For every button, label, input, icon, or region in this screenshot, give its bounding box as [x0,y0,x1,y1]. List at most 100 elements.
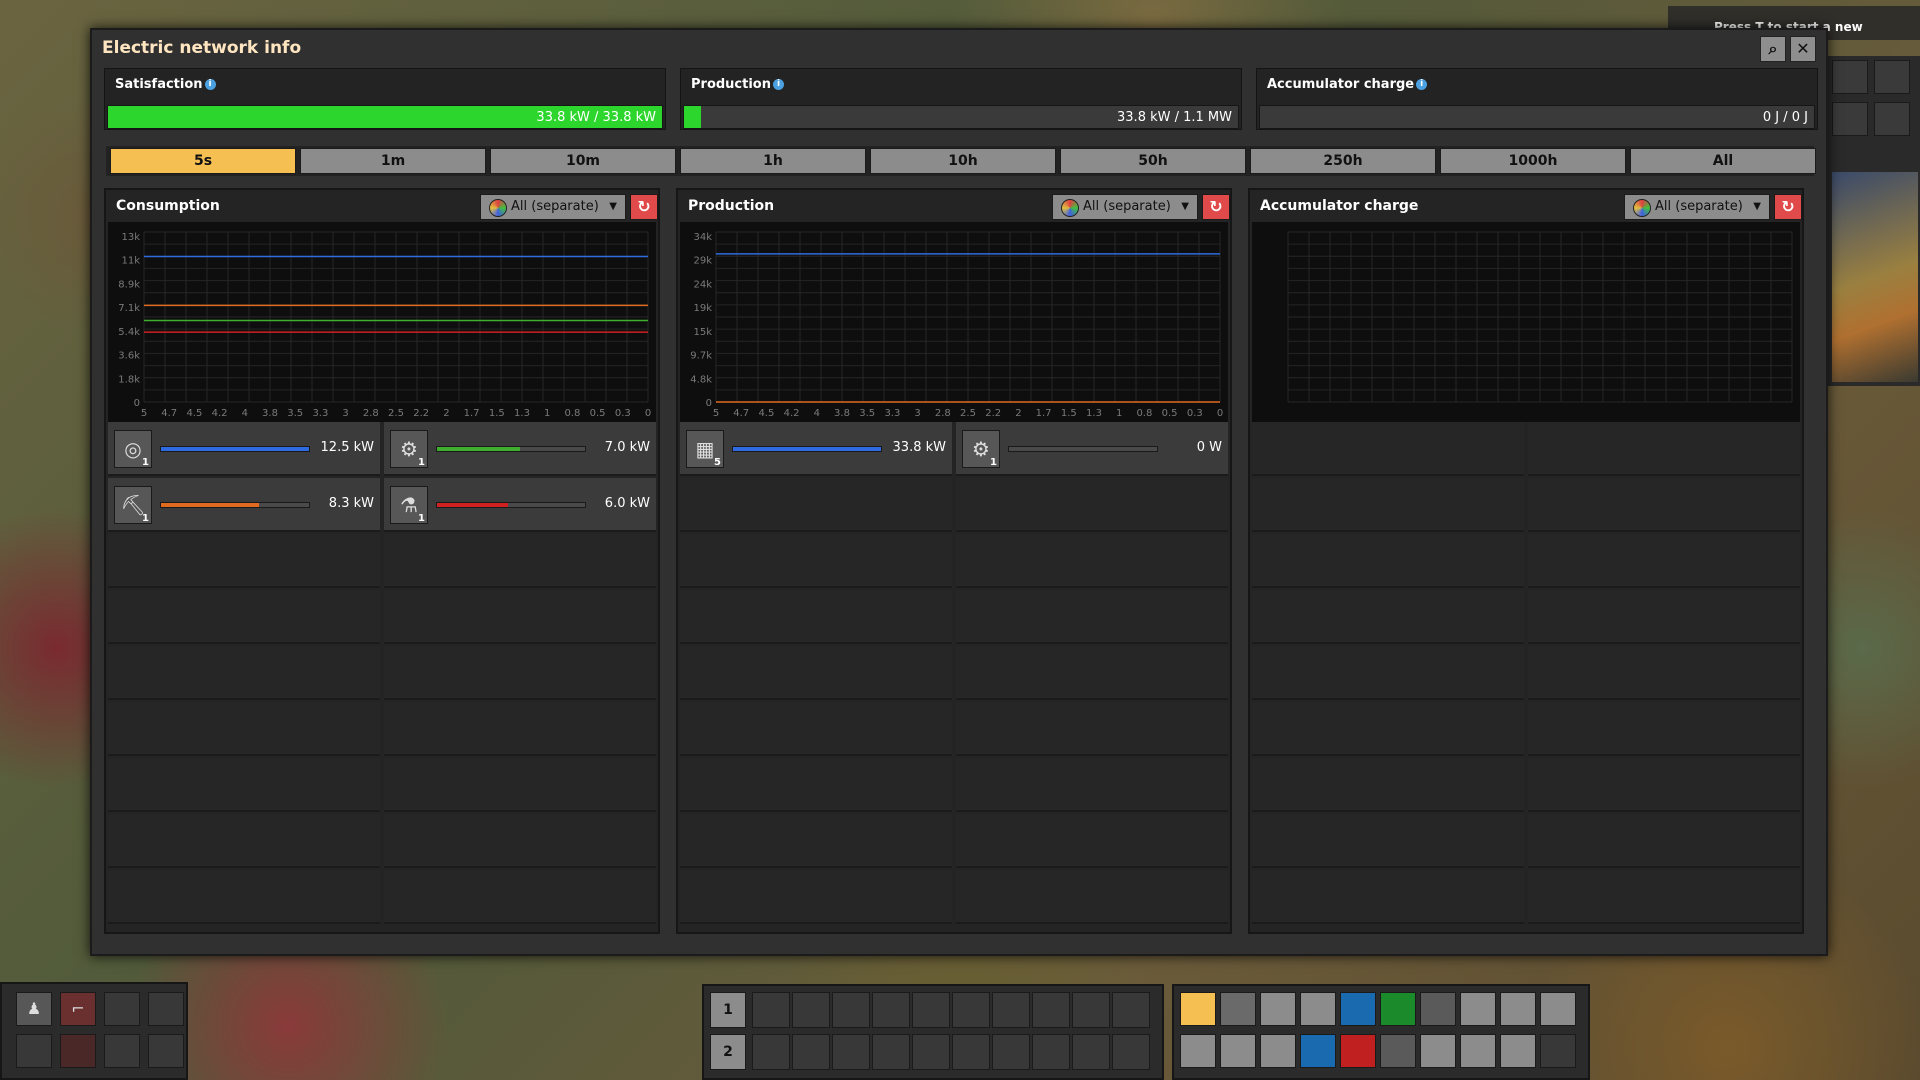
minimap[interactable] [1832,172,1918,382]
quickbar-slot[interactable] [1112,992,1150,1028]
robot-icon[interactable] [1500,1034,1536,1068]
achievements-button[interactable] [1874,60,1910,94]
filter-dropdown[interactable]: All (separate) ▼ [1052,194,1198,220]
quickbar-slot[interactable] [752,1034,790,1070]
reset-icon: ↻ [1781,197,1795,216]
upgrade-icon[interactable] [1460,992,1496,1026]
x-tick-label: 1.7 [464,408,480,419]
filter-icon[interactable] [1460,1034,1496,1068]
quickbar-slot[interactable] [1032,1034,1070,1070]
tab-1h[interactable]: 1h [680,148,866,174]
tab-all[interactable]: All [1630,148,1816,174]
artillery-icon[interactable] [1540,992,1576,1026]
paste-icon[interactable] [1220,1034,1256,1068]
quickbar-row-1-button[interactable]: 1 [710,992,746,1028]
blueprint-icon[interactable] [1340,992,1376,1026]
search-button[interactable]: ⌕ [1760,36,1786,62]
ammo-slot[interactable] [148,1034,184,1068]
redo-icon[interactable] [1220,992,1256,1026]
empty-slot [108,646,380,700]
toolbar-slot[interactable] [1874,102,1910,136]
panel-header: Accumulator charge All (separate) ▼ ↻ [1250,190,1802,222]
wire-icon[interactable] [1420,992,1456,1026]
reset-button[interactable]: ↻ [1774,194,1802,220]
alt-mode-icon[interactable] [1180,992,1216,1026]
quickbar-slot[interactable] [872,1034,910,1070]
cut-icon[interactable] [1260,992,1296,1026]
accumulator-label: Accumulator charge [1267,77,1415,92]
ammo-slot[interactable] [60,1034,96,1068]
quickbar-slot[interactable] [992,1034,1030,1070]
empty-slot [680,814,952,868]
quickbar-slot[interactable] [952,992,990,1028]
select-area-icon[interactable] [1260,1034,1296,1068]
deconstruct-icon[interactable] [1300,1034,1336,1068]
info-icon[interactable]: i [204,79,216,90]
quickbar-slot[interactable] [1072,1034,1110,1070]
quickbar-slot[interactable] [792,1034,830,1070]
map-button[interactable] [1832,60,1868,94]
quickbar-slot[interactable] [1072,992,1110,1028]
x-tick-label: 1.5 [1061,408,1077,419]
empty-slot [680,702,952,756]
chevron-down-icon: ▼ [1753,201,1761,212]
empty-slot [1528,422,1800,476]
item-grid: ▦ 5 33.8 kW ⚙ 1 0 W [680,422,1228,930]
filter-dropdown[interactable]: All (separate) ▼ [480,194,626,220]
x-tick-label: 1.7 [1036,408,1052,419]
quickbar-slot[interactable] [1032,992,1070,1028]
empty-icon[interactable] [1540,1034,1576,1068]
y-tick-label: 29k [693,256,712,267]
character-button[interactable]: ♟ [16,992,52,1026]
copy-icon[interactable] [1300,992,1336,1026]
quickbar-slot[interactable] [832,1034,870,1070]
quickbar-slot[interactable] [1112,1034,1150,1070]
network-entry[interactable]: ⚙ 1 0 W [956,422,1228,476]
empty-slot [384,534,656,588]
tab-250h[interactable]: 250h [1250,148,1436,174]
cancel-icon[interactable] [1340,1034,1376,1068]
quickbar-slot[interactable] [912,992,950,1028]
weapon-slot[interactable]: ⌐ [60,992,96,1026]
quickbar-row-2-button[interactable]: 2 [710,1034,746,1070]
tab-10m[interactable]: 10m [490,148,676,174]
weapon-slot[interactable] [148,992,184,1026]
armor-slot[interactable] [16,1034,52,1068]
network-entry[interactable]: ◎ 1 12.5 kW [108,422,380,476]
reset-button[interactable]: ↻ [1202,194,1230,220]
undo-icon[interactable] [1180,1034,1216,1068]
quickbar-slot[interactable] [912,1034,950,1070]
quickbar-slot[interactable] [952,1034,990,1070]
power-bar-fill [161,447,309,451]
titlebar[interactable]: Electric network info ⌕ ✕ [92,30,1826,66]
tab-1000h[interactable]: 1000h [1440,148,1626,174]
tab-1m[interactable]: 1m [300,148,486,174]
filter-dropdown[interactable]: All (separate) ▼ [1624,194,1770,220]
weapon-slot[interactable] [104,992,140,1026]
quickbar-slot[interactable] [792,992,830,1028]
info-icon[interactable]: i [773,79,784,90]
network-entry[interactable]: ⚗ 1 6.0 kW [384,478,656,532]
spidertron-icon[interactable] [1500,992,1536,1026]
ghost-icon[interactable] [1380,1034,1416,1068]
quickbar-slot[interactable] [832,992,870,1028]
tab-10h[interactable]: 10h [870,148,1056,174]
quickbar-slot[interactable] [752,992,790,1028]
select-icon[interactable] [1380,992,1416,1026]
toolbar-slot[interactable] [1832,102,1868,136]
network-entry[interactable]: ⛏ 1 8.3 kW [108,478,380,532]
network-entry[interactable]: ⚙ 1 7.0 kW [384,422,656,476]
quickbar-slot[interactable] [992,992,1030,1028]
tab-50h[interactable]: 50h [1060,148,1246,174]
quickbar-slot[interactable] [872,992,910,1028]
production-summary: Production i 33.8 kW / 1.1 MW [680,68,1242,130]
close-button[interactable]: ✕ [1790,36,1816,62]
panel-header: Consumption All (separate) ▼ ↻ [106,190,658,222]
ammo-slot[interactable] [104,1034,140,1068]
production-bar-fill [684,106,701,128]
reset-button[interactable]: ↻ [630,194,658,220]
tab-5s[interactable]: 5s [110,148,296,174]
network-entry[interactable]: ▦ 5 33.8 kW [680,422,952,476]
grid-icon[interactable] [1420,1034,1456,1068]
info-icon[interactable]: i [1416,79,1428,90]
